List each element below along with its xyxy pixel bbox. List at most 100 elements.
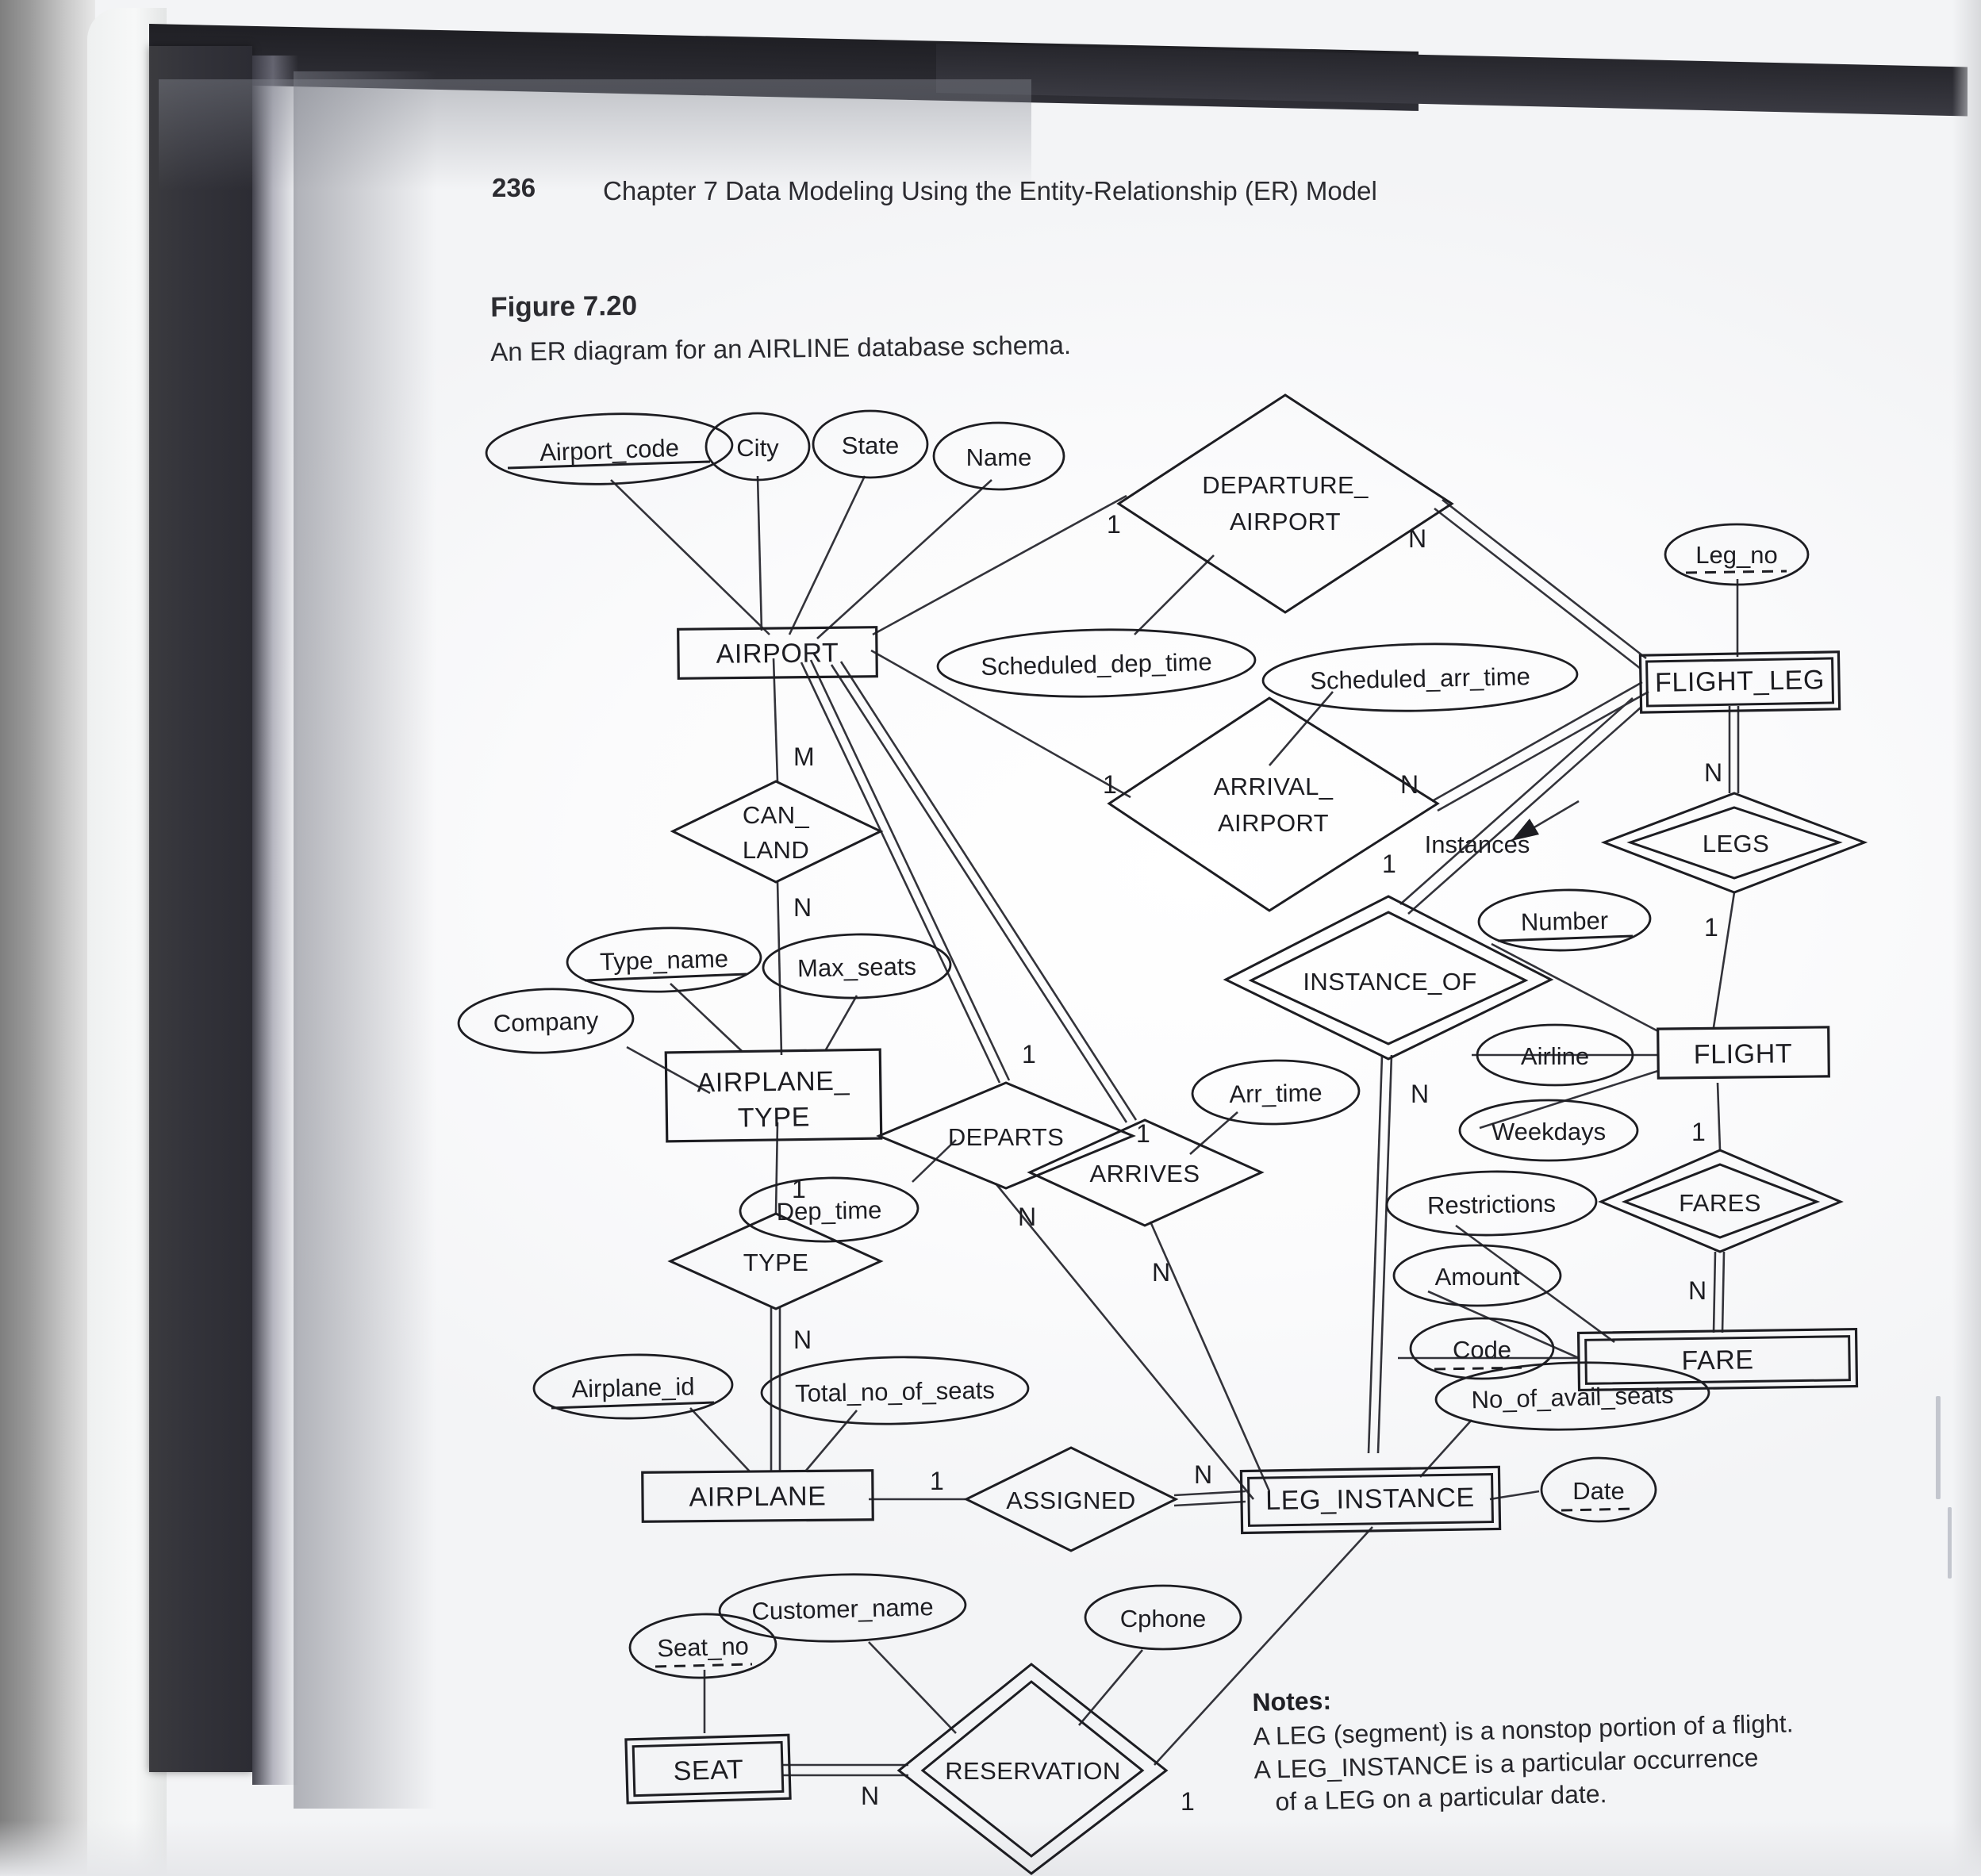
cardinality-arrives-top: 1 xyxy=(1136,1119,1150,1148)
entity-leg-instance[interactable]: LEG_INSTANCE xyxy=(1239,1465,1502,1535)
entity-airplane-label: AIRPLANE xyxy=(689,1481,826,1513)
relationship-assigned[interactable]: ASSIGNED xyxy=(963,1446,1179,1552)
relationship-can-land-label: CAN_ xyxy=(743,801,810,829)
relationship-arrival-airport-label: ARRIVAL_ xyxy=(1214,773,1334,800)
relationship-departure-airport-label: DEPARTURE_ xyxy=(1202,471,1369,499)
relationship-can-land[interactable]: CAN_ LAND xyxy=(670,780,884,884)
relationship-type-label: TYPE xyxy=(743,1249,809,1276)
cardinality-instance-of-bottom: N xyxy=(1411,1080,1429,1108)
entity-fare-label: FARE xyxy=(1681,1345,1754,1375)
cardinality-reservation-right: 1 xyxy=(1181,1787,1195,1816)
attribute-city[interactable]: City xyxy=(704,412,811,481)
attribute-name[interactable]: Name xyxy=(932,421,1065,491)
cardinality-fares-bottom: N xyxy=(1688,1276,1707,1305)
attribute-scheduled-dep-time[interactable]: Scheduled_dep_time xyxy=(936,627,1257,700)
relationship-instance-of[interactable]: INSTANCE_OF xyxy=(1223,895,1554,1061)
attribute-state-label: State xyxy=(842,432,899,459)
entity-airplane-type-label-2: TYPE xyxy=(738,1102,811,1133)
attribute-max-seats[interactable]: Max_seats xyxy=(762,933,952,999)
cardinality-dep-airport-left: 1 xyxy=(1107,510,1121,539)
entity-leg-instance-label: LEG_INSTANCE xyxy=(1265,1483,1475,1516)
entity-seat-label: SEAT xyxy=(673,1755,744,1786)
cardinality-dep-airport-right: N xyxy=(1408,524,1426,553)
cardinality-arr-airport-left: 1 xyxy=(1103,770,1117,799)
entity-seat[interactable]: SEAT xyxy=(624,1733,792,1805)
attribute-airplane-id-label: Airplane_id xyxy=(571,1372,695,1402)
attribute-date[interactable]: Date xyxy=(1540,1456,1657,1523)
attribute-leg-no[interactable]: Leg_no xyxy=(1664,523,1810,586)
attribute-weekdays[interactable]: Weekdays xyxy=(1458,1099,1639,1162)
attribute-type-name[interactable]: Type_name xyxy=(566,926,762,994)
relationship-arrival-airport-label-2: AIRPORT xyxy=(1218,809,1329,837)
attribute-seat-no[interactable]: Seat_no xyxy=(628,1613,777,1680)
entity-airplane-type[interactable]: AIRPLANE_ TYPE xyxy=(664,1048,883,1143)
attribute-city-label: City xyxy=(736,434,779,462)
cardinality-reservation-left: N xyxy=(861,1782,879,1810)
attribute-cphone-label: Cphone xyxy=(1120,1605,1207,1632)
attribute-airport-code-label: Airport_code xyxy=(539,434,680,466)
attribute-customer-name-label: Customer_name xyxy=(751,1593,934,1625)
attribute-dep-time[interactable]: Dep_time xyxy=(739,1176,919,1243)
entity-flight-leg-label: FLIGHT_LEG xyxy=(1655,665,1825,698)
entity-fare[interactable]: FARE xyxy=(1576,1327,1859,1392)
relationship-arrival-airport[interactable]: ARRIVAL_ AIRPORT xyxy=(1107,696,1440,912)
entity-flight[interactable]: FLIGHT xyxy=(1657,1026,1830,1080)
attribute-no-of-avail-seats[interactable]: No_of_avail_seats xyxy=(1434,1360,1710,1433)
attribute-airport-code[interactable]: Airport_code xyxy=(485,410,734,489)
attribute-name-label: Name xyxy=(966,443,1032,471)
relationship-departs-label: DEPARTS xyxy=(948,1123,1064,1151)
cardinality-assigned-right: N xyxy=(1194,1460,1212,1489)
cardinality-type-top: 1 xyxy=(792,1175,806,1203)
attribute-total-no-of-seats-label: Total_no_of_seats xyxy=(795,1376,995,1407)
attribute-restrictions[interactable]: Restrictions xyxy=(1385,1170,1598,1237)
relationship-assigned-label: ASSIGNED xyxy=(1006,1487,1135,1514)
attribute-type-name-label: Type_name xyxy=(600,945,729,976)
attribute-arr-time[interactable]: Arr_time xyxy=(1191,1059,1361,1126)
attribute-airplane-id[interactable]: Airplane_id xyxy=(532,1352,734,1420)
relationship-fares[interactable]: FARES xyxy=(1598,1149,1844,1253)
entity-flight-label: FLIGHT xyxy=(1694,1038,1793,1069)
attribute-scheduled-arr-time[interactable]: Scheduled_arr_time xyxy=(1261,641,1579,714)
attribute-amount[interactable]: Amount xyxy=(1392,1244,1562,1307)
entity-airplane-type-label: AIRPLANE_ xyxy=(697,1066,850,1099)
relationship-legs[interactable]: LEGS xyxy=(1600,792,1868,894)
relationship-reservation-label: RESERVATION xyxy=(945,1757,1120,1785)
relationship-arrives-label: ARRIVES xyxy=(1090,1160,1200,1187)
attribute-total-no-of-seats[interactable]: Total_no_of_seats xyxy=(760,1355,1030,1426)
attribute-arr-time-label: Arr_time xyxy=(1229,1079,1323,1108)
attribute-airline-label: Airline xyxy=(1521,1042,1589,1070)
attribute-seat-no-label: Seat_no xyxy=(657,1632,749,1662)
relationship-departure-airport-label-2: AIRPORT xyxy=(1230,508,1341,535)
attribute-number[interactable]: Number xyxy=(1477,888,1652,953)
attribute-cphone[interactable]: Cphone xyxy=(1084,1584,1242,1651)
attribute-customer-name[interactable]: Customer_name xyxy=(718,1571,967,1644)
attribute-date-label: Date xyxy=(1572,1477,1624,1505)
attribute-company[interactable]: Company xyxy=(457,987,635,1056)
attribute-max-seats-label: Max_seats xyxy=(797,953,916,983)
attribute-number-label: Number xyxy=(1521,907,1609,936)
relationship-departure-airport[interactable]: DEPARTURE_ AIRPORT xyxy=(1116,393,1454,614)
attribute-leg-no-label: Leg_no xyxy=(1695,541,1777,569)
cardinality-departs-top: 1 xyxy=(1022,1040,1036,1068)
relationship-type[interactable]: TYPE xyxy=(667,1212,884,1310)
relationship-fares-label: FARES xyxy=(1679,1189,1761,1217)
cardinality-assigned-left: 1 xyxy=(930,1467,944,1495)
attribute-code[interactable]: Code xyxy=(1409,1317,1555,1380)
annotation-instances-label: Instances xyxy=(1425,831,1530,858)
relationship-can-land-label-2: LAND xyxy=(743,836,809,864)
entity-airplane[interactable]: AIRPLANE xyxy=(641,1469,874,1523)
cardinality-legs-bottom: 1 xyxy=(1704,913,1718,942)
cardinality-departs-bottom: N xyxy=(1018,1203,1036,1231)
attribute-scheduled-dep-time-label: Scheduled_dep_time xyxy=(981,648,1212,681)
relationship-reservation[interactable]: RESERVATION xyxy=(896,1663,1169,1875)
cardinality-can-land-top: M xyxy=(793,742,815,771)
cardinality-arr-airport-right: N xyxy=(1400,770,1419,799)
cardinality-instance-of-top: 1 xyxy=(1382,850,1396,878)
cardinality-legs-top: N xyxy=(1704,758,1722,787)
attribute-company-label: Company xyxy=(493,1007,599,1038)
er-diagram: AIRPORT AIRPLANE_ TYPE AIRPLANE FLIGHT F… xyxy=(457,393,1868,1875)
entity-airport-label: AIRPORT xyxy=(716,638,839,669)
entity-flight-leg[interactable]: FLIGHT_LEG xyxy=(1638,650,1841,714)
attribute-no-of-avail-seats-label: No_of_avail_seats xyxy=(1471,1381,1674,1414)
attribute-state[interactable]: State xyxy=(812,409,929,479)
